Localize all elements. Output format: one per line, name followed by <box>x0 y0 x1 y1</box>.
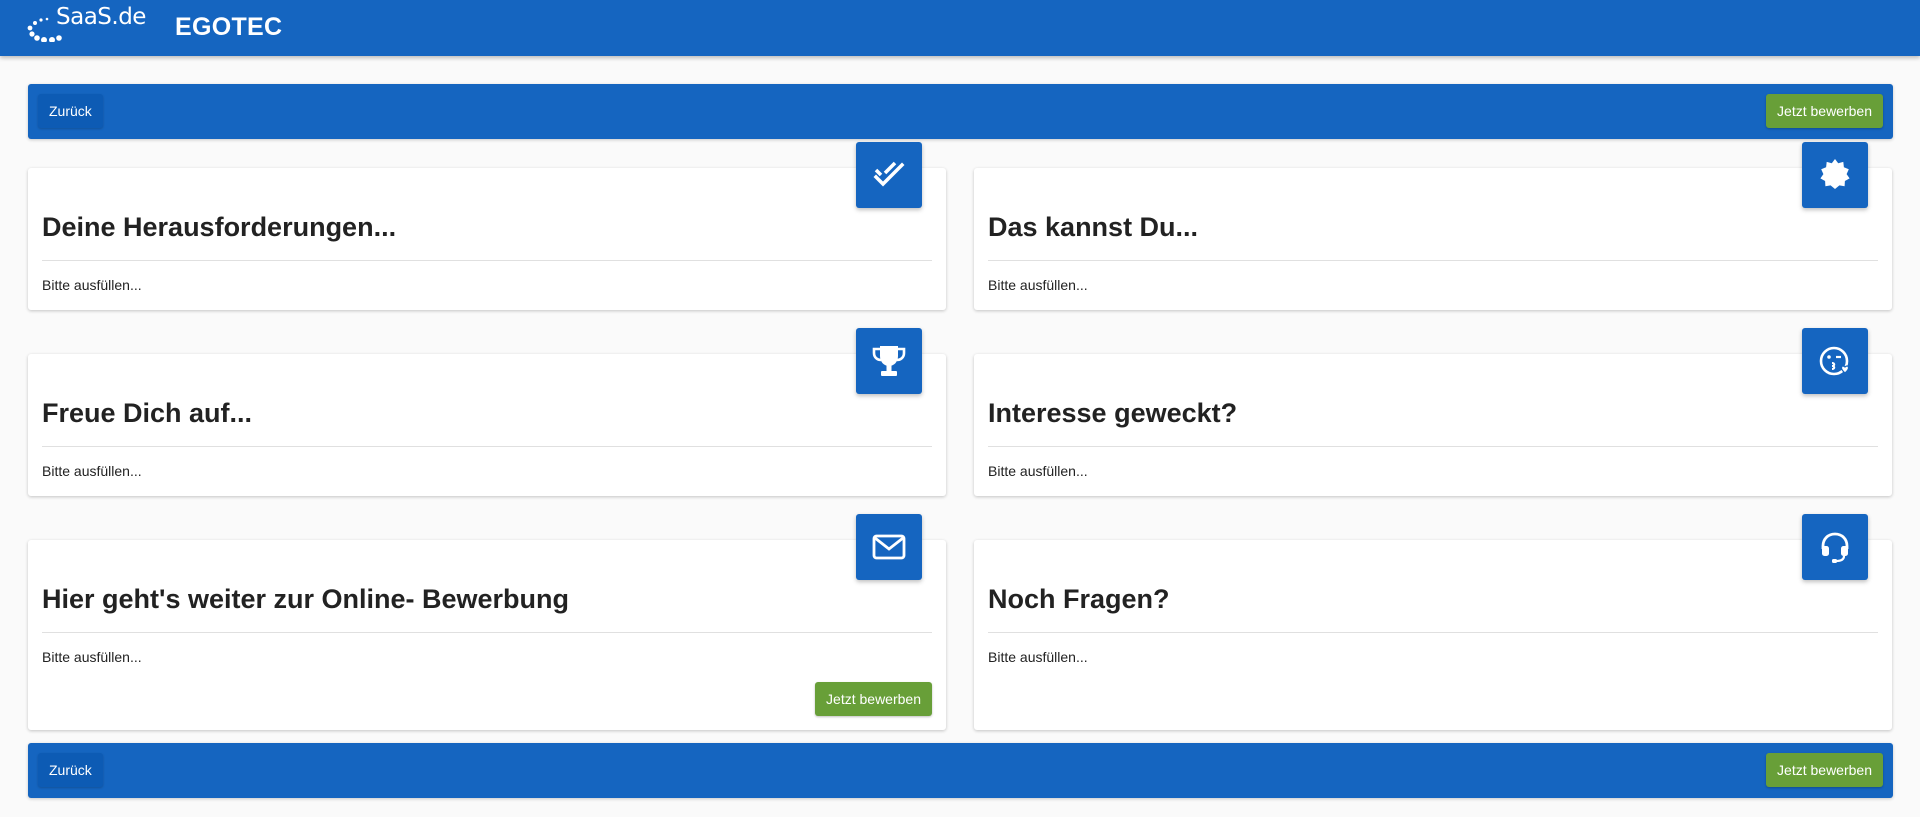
headset-icon <box>1802 514 1868 580</box>
badge-icon <box>1802 142 1868 208</box>
card-interest: Interesse geweckt? Bitte ausfüllen... <box>974 328 1892 496</box>
card-text: Bitte ausfüllen... <box>42 463 142 479</box>
card-title: Deine Herausforderungen... <box>42 212 397 242</box>
card-text: Bitte ausfüllen... <box>42 277 142 293</box>
card-title: Freue Dich auf... <box>42 398 253 428</box>
card-text: Bitte ausfüllen... <box>988 649 1088 665</box>
app-title: EGOTEC <box>175 13 283 41</box>
top-app-bar: SaaS.de EGOTEC <box>0 0 1920 56</box>
card-online-application: Hier geht's weiter zur Online- Bewerbung… <box>28 514 946 730</box>
bottom-action-bar: Zurück Jetzt bewerben <box>28 743 1893 798</box>
card-divider <box>42 632 932 633</box>
back-button[interactable]: Zurück <box>38 753 103 787</box>
card-benefits: Freue Dich auf... Bitte ausfüllen... <box>28 328 946 496</box>
apply-button[interactable]: Jetzt bewerben <box>815 682 932 716</box>
card-text: Bitte ausfüllen... <box>988 463 1088 479</box>
card-text: Bitte ausfüllen... <box>42 649 142 665</box>
card-skills: Das kannst Du... Bitte ausfüllen... <box>974 142 1892 310</box>
back-button[interactable]: Zurück <box>38 94 103 128</box>
envelope-icon <box>856 514 922 580</box>
card-title: Noch Fragen? <box>988 584 1170 614</box>
card-title: Interesse geweckt? <box>988 398 1238 428</box>
card-divider <box>988 260 1878 261</box>
double-check-icon <box>856 142 922 208</box>
card-divider <box>988 632 1878 633</box>
kiss-face-icon <box>1802 328 1868 394</box>
top-action-bar: Zurück Jetzt bewerben <box>28 84 1893 139</box>
apply-button[interactable]: Jetzt bewerben <box>1766 753 1883 787</box>
card-divider <box>988 446 1878 447</box>
apply-button[interactable]: Jetzt bewerben <box>1766 94 1883 128</box>
card-divider <box>42 446 932 447</box>
saas-logo[interactable]: SaaS.de <box>26 2 146 46</box>
trophy-icon <box>856 328 922 394</box>
card-questions: Noch Fragen? Bitte ausfüllen... <box>974 514 1892 730</box>
card-title: Das kannst Du... <box>988 212 1199 242</box>
card-challenges: Deine Herausforderungen... Bitte ausfüll… <box>28 142 946 310</box>
card-text: Bitte ausfüllen... <box>988 277 1088 293</box>
logo-text: SaaS.de <box>56 4 146 30</box>
card-divider <box>42 260 932 261</box>
card-title: Hier geht's weiter zur Online- Bewerbung <box>42 584 570 614</box>
